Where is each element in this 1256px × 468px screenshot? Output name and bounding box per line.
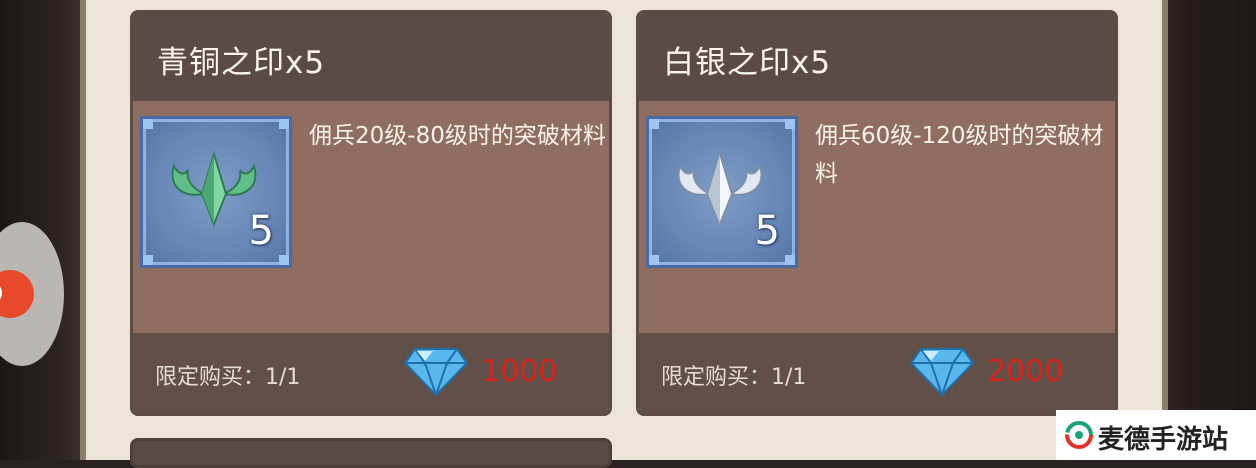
item-description: 佣兵60级-120级时的突破材料	[815, 123, 1104, 187]
diamond-icon	[403, 348, 469, 399]
card-body: 5 佣兵60级-120级时的突破材料	[639, 101, 1115, 333]
slot-corner	[649, 119, 659, 129]
watermark-logo-icon	[1065, 421, 1093, 449]
item-slot[interactable]: 5	[140, 116, 292, 268]
item-count: 5	[754, 208, 780, 254]
slot-corner	[785, 119, 795, 129]
item-price: 1000	[481, 354, 558, 389]
shop-item-card-silver[interactable]: 白银之印x5 5 佣兵60级-120级时的突破材料 限定购买：1/1 2000	[636, 10, 1118, 416]
item-slot[interactable]: 5	[646, 116, 798, 268]
slot-corner	[785, 255, 795, 265]
card-footer: 限定购买：1/1 2000	[639, 333, 1115, 413]
item-title: 青铜之印x5	[157, 45, 326, 81]
item-count: 5	[248, 208, 274, 254]
slot-corner	[143, 119, 153, 129]
watermark-text: 麦德手游站	[1098, 425, 1229, 455]
purchase-limit: 限定购买：1/1	[155, 365, 301, 390]
slot-corner	[143, 255, 153, 265]
purchase-limit: 限定购买：1/1	[661, 365, 807, 390]
shop-item-card-bronze[interactable]: 青铜之印x5 5 佣兵20级-80级时的突破材料 限定购买：1/1 1000	[130, 10, 612, 416]
item-description: 佣兵20级-80级时的突破材料	[309, 123, 606, 149]
next-shop-item-card[interactable]	[130, 438, 612, 468]
slot-corner	[279, 255, 289, 265]
card-body: 5 佣兵20级-80级时的突破材料	[133, 101, 609, 333]
watermark: 麦德手游站	[1056, 410, 1256, 460]
mascot-face	[0, 270, 34, 318]
slot-corner	[649, 255, 659, 265]
slot-corner	[279, 119, 289, 129]
item-price: 2000	[987, 354, 1064, 389]
card-footer: 限定购买：1/1 1000	[133, 333, 609, 413]
card-header: 青铜之印x5	[133, 13, 609, 101]
item-title: 白银之印x5	[663, 45, 832, 81]
card-header: 白银之印x5	[639, 13, 1115, 101]
diamond-icon	[909, 348, 975, 399]
